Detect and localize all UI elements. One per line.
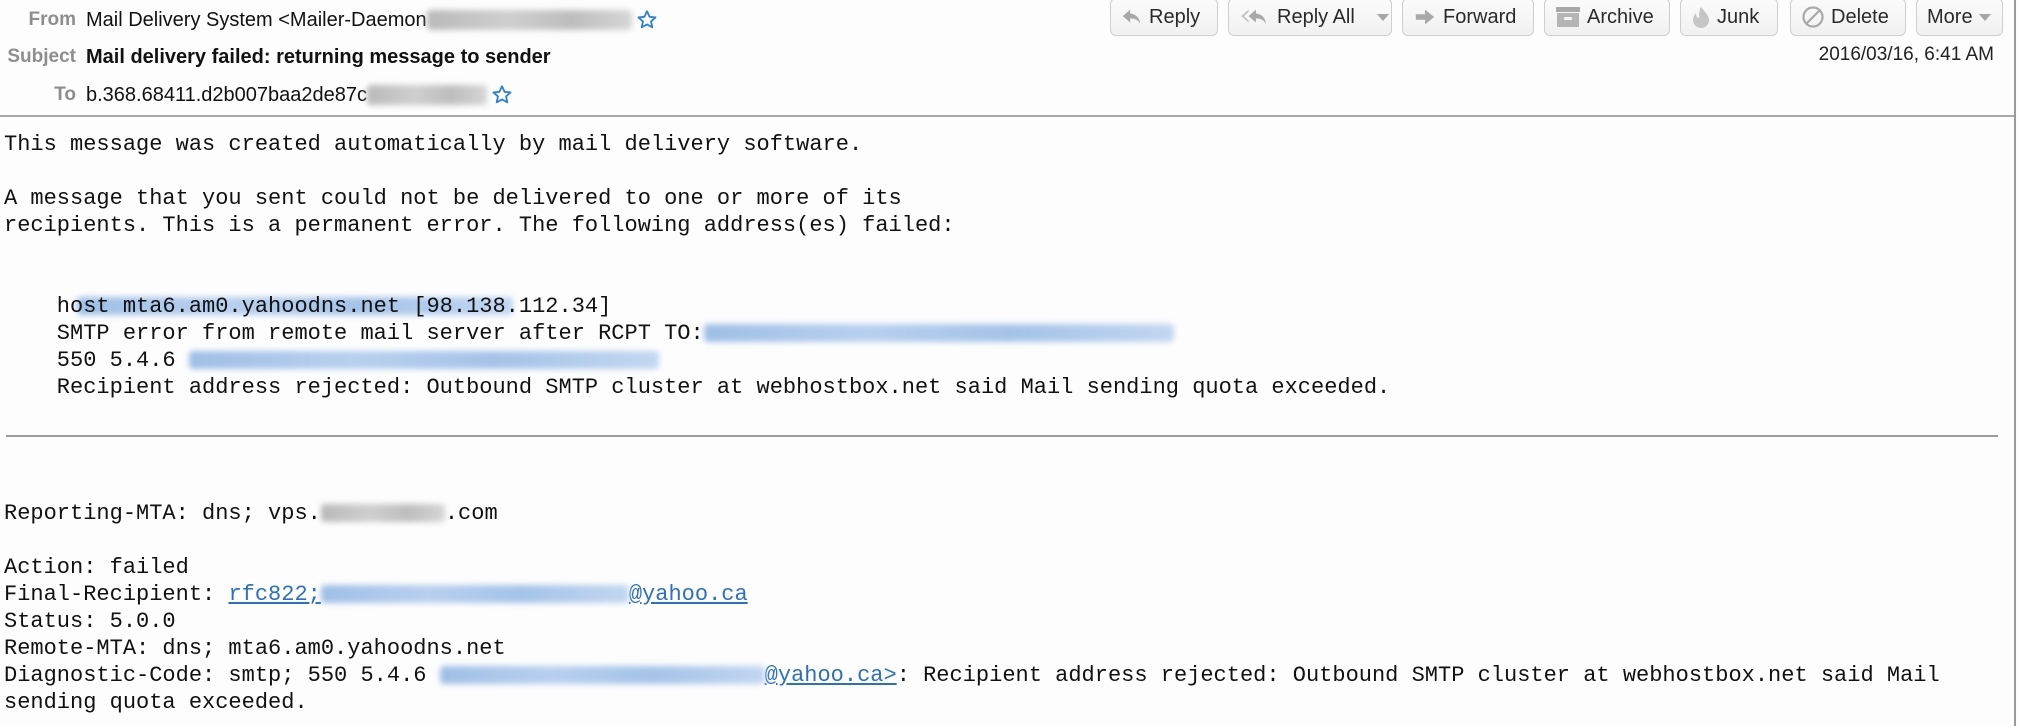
- message-header: From Mail Delivery System <Mailer-Daemon…: [0, 0, 2014, 115]
- code-text: 550 5.4.6: [4, 348, 189, 373]
- intro-line: This message was created automatically b…: [4, 132, 863, 157]
- from-row: From Mail Delivery System <Mailer-Daemon: [0, 5, 658, 35]
- junk-button[interactable]: Junk: [1680, 0, 1778, 36]
- code-line: 550 5.4.6: [4, 347, 659, 374]
- paragraph-line-2: recipients. This is a permanent error. T…: [4, 213, 955, 238]
- diagnostic-prefix: Diagnostic-Code: smtp; 550 5.4.6: [4, 663, 440, 688]
- reply-all-dropdown-icon[interactable]: [1376, 13, 1389, 21]
- message-body: This message was created automatically b…: [0, 117, 2014, 726]
- paragraph-line-1: A message that you sent could not be del…: [4, 186, 902, 211]
- forward-label: Forward: [1443, 5, 1517, 28]
- final-recipient-link[interactable]: rfc822; @yahoo.ca: [228, 582, 747, 607]
- from-value[interactable]: Mail Delivery System <Mailer-Daemon: [86, 9, 427, 32]
- final-recipient-label: Final-Recipient:: [4, 582, 229, 607]
- star-icon[interactable]: [636, 9, 658, 31]
- subject-value: Mail delivery failed: returning message …: [86, 45, 551, 68]
- from-label: From: [28, 9, 77, 30]
- host-line: host mta6.am0.yahoodns.net [98.138.112.3…: [4, 294, 612, 319]
- more-label: More: [1927, 5, 1973, 28]
- reply-all-button[interactable]: Reply All: [1228, 0, 1392, 36]
- delete-button[interactable]: Delete: [1790, 0, 1906, 36]
- reject-line: Recipient address rejected: Outbound SMT…: [4, 375, 1391, 400]
- to-value[interactable]: b.368.68411.d2b007baa2de87c: [86, 84, 367, 107]
- reply-label: Reply: [1149, 5, 1201, 28]
- diagnostic-link-suffix: @yahoo.ca>: [764, 663, 897, 688]
- diagnostic-rest: : Recipient address rejected: Outbound S…: [896, 663, 1940, 688]
- redacted-code-address: [188, 351, 659, 370]
- to-label: To: [54, 84, 76, 105]
- reply-icon: [1122, 9, 1141, 24]
- redacted-to-domain: [367, 85, 488, 105]
- remote-mta-line: Remote-MTA: dns; mta6.am0.yahoodns.net: [4, 636, 506, 661]
- action-line: Action: failed: [4, 555, 189, 580]
- subject-label: Subject: [7, 46, 76, 67]
- delete-label: Delete: [1831, 5, 1889, 28]
- forward-icon: [1415, 9, 1435, 25]
- junk-label: Junk: [1717, 5, 1760, 28]
- archive-label: Archive: [1587, 5, 1654, 28]
- reply-button[interactable]: Reply: [1110, 0, 1218, 36]
- more-button[interactable]: More: [1916, 0, 2003, 36]
- diagnostic-link[interactable]: @yahoo.ca>: [439, 663, 897, 688]
- reply-all-label: Reply All: [1277, 5, 1355, 28]
- body-divider: [6, 435, 1998, 437]
- diagnostic-code-line-2: sending quota exceeded.: [4, 690, 308, 715]
- final-recipient-link-suffix: @yahoo.ca: [628, 582, 748, 607]
- redacted-diagnostic-address: [439, 666, 765, 685]
- final-recipient-link-prefix: rfc822;: [228, 582, 321, 607]
- star-icon[interactable]: [491, 84, 513, 106]
- junk-icon: [1693, 7, 1709, 28]
- redacted-rcpt-address: [703, 324, 1174, 343]
- reply-all-icon: [1241, 9, 1266, 24]
- archive-button[interactable]: Archive: [1544, 0, 1670, 36]
- smtp-error-text: SMTP error from remote mail server after…: [4, 321, 704, 346]
- smtp-error-line: SMTP error from remote mail server after…: [4, 320, 1174, 347]
- redacted-sender-domain: [426, 10, 632, 30]
- redacted-final-recipient: [320, 585, 629, 604]
- forward-button[interactable]: Forward: [1402, 0, 1534, 36]
- subject-row: Subject Mail delivery failed: returning …: [0, 42, 551, 72]
- reporting-mta-line: Reporting-MTA: dns; vps. .com: [4, 500, 498, 527]
- diagnostic-code-line: Diagnostic-Code: smtp; 550 5.4.6 @yahoo.…: [4, 662, 1940, 689]
- caret-down-icon: [1978, 13, 1991, 21]
- archive-icon: [1556, 7, 1580, 27]
- to-row: To b.368.68411.d2b007baa2de87c: [0, 80, 513, 110]
- redacted-mta-host: [320, 504, 445, 523]
- reporting-mta-prefix: Reporting-MTA: dns; vps.: [4, 501, 321, 526]
- reporting-mta-suffix: .com: [444, 501, 498, 526]
- message-date: 2016/03/16, 6:41 AM: [1818, 44, 1994, 65]
- window-border: [2014, 0, 2016, 726]
- status-line: Status: 5.0.0: [4, 609, 176, 634]
- delete-icon: [1802, 6, 1824, 28]
- final-recipient-line: Final-Recipient: rfc822; @yahoo.ca: [4, 581, 748, 608]
